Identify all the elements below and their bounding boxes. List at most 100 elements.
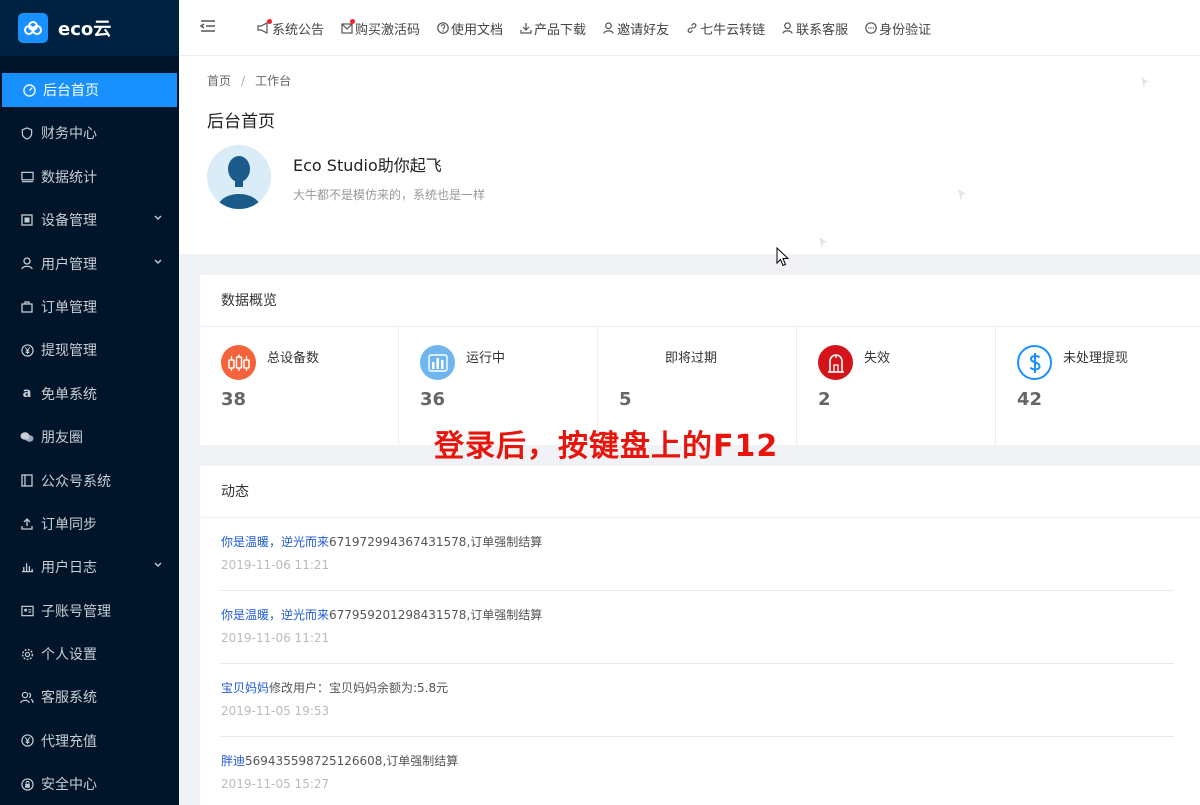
stat-value: 36 (420, 389, 446, 410)
pin-icon (1141, 77, 1149, 89)
chart-bars-icon (20, 560, 34, 574)
notification-dot (350, 18, 356, 24)
chevron-down-icon[interactable] (153, 213, 163, 223)
chevron-down-icon[interactable] (153, 560, 163, 570)
sidebar-item-security[interactable]: 安全中心 (0, 767, 179, 801)
activity-line: 宝贝妈妈修改用户：宝贝妈妈余额为:5.8元 (221, 679, 1174, 696)
chat-icon (864, 22, 877, 35)
sidebar-item-agent-recharge[interactable]: 代理充值 (0, 724, 179, 758)
sidebar-item-label: 免单系统 (41, 386, 97, 403)
topnav-identity-verification[interactable]: 身份验证 (864, 19, 931, 38)
topnav-label: 身份验证 (879, 22, 932, 38)
card-title: 数据概览 (200, 275, 1200, 327)
sidebar-item-sub-accounts[interactable]: 子账号管理 (0, 594, 179, 628)
stat-invalid[interactable]: 失效 2 (797, 327, 996, 445)
topnav-download[interactable]: 产品下载 (519, 19, 586, 38)
sidebar-item-label: 用户管理 (41, 256, 97, 273)
sidebar-item-users[interactable]: 用户管理 (0, 247, 179, 281)
sidebar: eco云 后台首页 财务中心 数据统计 设备管理 用户管理 订单管理 提现管理 … (0, 0, 179, 805)
sidebar-item-free-order[interactable]: a 免单系统 (0, 377, 179, 411)
sidebar-item-statistics[interactable]: 数据统计 (0, 160, 179, 194)
activity-text: 677959201298431578,订单强制结算 (329, 608, 543, 622)
topnav-label: 使用文档 (451, 22, 504, 38)
stat-value: 2 (818, 389, 831, 410)
book-icon (20, 474, 34, 488)
activity-time: 2019-11-05 19:53 (221, 704, 330, 718)
topnav-label: 购买激活码 (355, 22, 421, 38)
brand-name: eco云 (58, 19, 112, 40)
activity-time: 2019-11-06 11:21 (221, 558, 330, 572)
sidebar-item-finance[interactable]: 财务中心 (0, 116, 179, 150)
topnav-docs[interactable]: 使用文档 (436, 19, 503, 38)
avatar (207, 145, 271, 209)
data-overview-card: 数据概览 总设备数 38 运行中 36 即将过期 5 失效 2 未处理提现 42 (200, 275, 1200, 445)
top-nav: 系统公告 购买激活码 使用文档 产品下载 邀请好友 七牛云转链 联系客服 身份验… (257, 0, 947, 56)
welcome-title: Eco Studio助你起飞 (293, 156, 442, 175)
topnav-label: 邀请好友 (617, 22, 670, 38)
sidebar-item-devices[interactable]: 设备管理 (0, 203, 179, 237)
topnav-contact-support[interactable]: 联系客服 (781, 19, 848, 38)
sidebar-item-orders[interactable]: 订单管理 (0, 290, 179, 324)
shield-icon (20, 126, 34, 140)
stat-label: 运行中 (466, 351, 506, 366)
upload-icon (20, 517, 34, 531)
breadcrumb: 首页 / 工作台 (207, 72, 291, 89)
logo[interactable]: eco云 (0, 0, 179, 56)
stat-total-devices[interactable]: 总设备数 38 (200, 327, 399, 445)
list-item: 胖迪569435598725126608,订单强制结算 2019-11-05 1… (221, 737, 1174, 805)
sidebar-item-label: 客服系统 (41, 690, 97, 707)
sidebar-item-label: 财务中心 (41, 126, 97, 143)
menu-fold-icon[interactable] (199, 17, 217, 35)
topnav-label: 联系客服 (796, 22, 849, 38)
topnav-label: 产品下载 (534, 22, 587, 38)
users-icon (20, 690, 34, 704)
sidebar-item-withdrawals[interactable]: 提现管理 (0, 333, 179, 367)
user-icon (781, 22, 794, 35)
page-header: 首页 / 工作台 后台首页 Eco Studio助你起飞 大牛都不是模仿来的，系统也… (179, 56, 1200, 254)
activity-user-link[interactable]: 你是温暖，逆光而来 (221, 608, 329, 622)
breadcrumb-home[interactable]: 首页 (207, 74, 231, 88)
topnav-buy-activation-code[interactable]: 购买激活码 (340, 18, 421, 38)
stat-pending-withdrawals[interactable]: 未处理提现 42 (996, 327, 1195, 445)
pin-icon (958, 189, 966, 201)
activity-user-link[interactable]: 宝贝妈妈 (221, 681, 269, 695)
devices-icon (221, 345, 256, 380)
activity-list: 你是温暖，逆光而来671972994367431578,订单强制结算 2019-… (200, 518, 1200, 805)
sidebar-item-label: 订单管理 (41, 299, 97, 316)
card-title: 动态 (200, 466, 1200, 518)
id-card-icon (20, 604, 34, 618)
activity-line: 你是温暖，逆光而来677959201298431578,订单强制结算 (221, 606, 1174, 623)
topnav-qiniu-link[interactable]: 七牛云转链 (685, 19, 765, 38)
activity-text: 671972994367431578,订单强制结算 (329, 535, 543, 549)
user-icon (602, 22, 615, 35)
question-circle-icon (436, 22, 449, 35)
activity-text: 修改用户：宝贝妈妈余额为:5.8元 (269, 681, 449, 695)
activity-line: 胖迪569435598725126608,订单强制结算 (221, 752, 1174, 769)
chevron-down-icon[interactable] (153, 257, 163, 267)
activity-text: 569435598725126608,订单强制结算 (245, 754, 459, 768)
sidebar-item-dashboard[interactable]: 后台首页 (2, 73, 177, 107)
sidebar-item-settings[interactable]: 个人设置 (0, 637, 179, 671)
welcome-subtitle: 大牛都不是模仿来的，系统也是一样 (293, 188, 486, 202)
top-header: 系统公告 购买激活码 使用文档 产品下载 邀请好友 七牛云转链 联系客服 身份验… (179, 0, 1200, 56)
lock-icon (20, 777, 34, 791)
dashboard-icon (22, 83, 36, 97)
topnav-announcements[interactable]: 系统公告 (257, 18, 324, 38)
stat-label: 总设备数 (267, 351, 320, 366)
sidebar-item-order-sync[interactable]: 订单同步 (0, 507, 179, 541)
activity-user-link[interactable]: 胖迪 (221, 754, 245, 768)
sidebar-item-user-logs[interactable]: 用户日志 (0, 550, 179, 584)
topnav-invite-friends[interactable]: 邀请好友 (602, 19, 669, 38)
wechat-icon (20, 430, 34, 444)
sidebar-item-official-account[interactable]: 公众号系统 (0, 464, 179, 498)
user-icon (20, 257, 34, 271)
sidebar-item-label: 朋友圈 (41, 430, 83, 447)
activity-time: 2019-11-05 15:27 (221, 777, 330, 791)
sidebar-item-customer-service[interactable]: 客服系统 (0, 680, 179, 714)
sidebar-item-label: 数据统计 (41, 169, 97, 186)
sidebar-item-moments[interactable]: 朋友圈 (0, 420, 179, 454)
sidebar-item-label: 用户日志 (41, 560, 97, 577)
stat-value: 5 (619, 389, 632, 410)
activity-user-link[interactable]: 你是温暖，逆光而来 (221, 535, 329, 549)
list-item: 宝贝妈妈修改用户：宝贝妈妈余额为:5.8元 2019-11-05 19:53 (221, 664, 1174, 737)
